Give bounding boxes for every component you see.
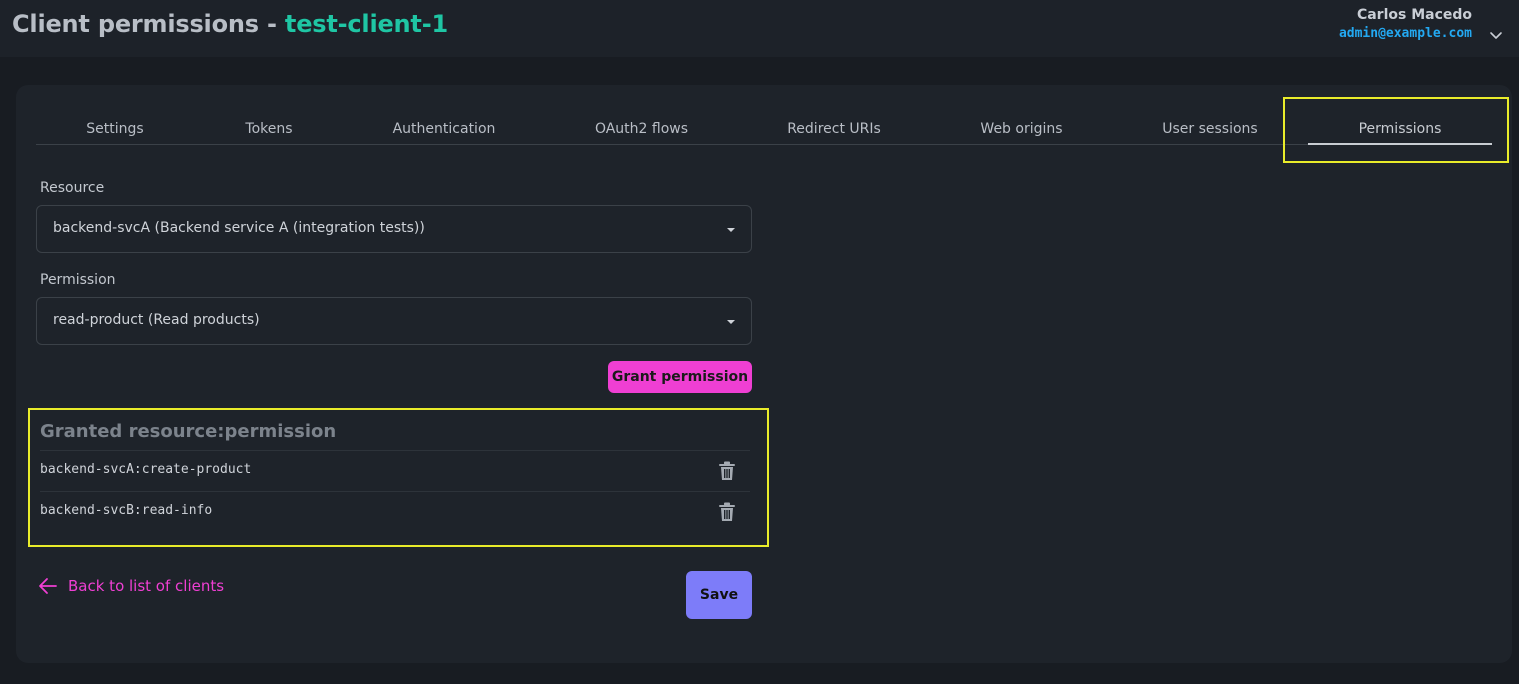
permission-select[interactable]: read-product (Read products) [36,297,752,345]
client-card: Settings Tokens Authentication OAuth2 fl… [16,85,1512,663]
chevron-down-icon[interactable] [1487,26,1505,44]
top-bar: Client permissions - test-client-1 Carlo… [0,0,1519,57]
client-name: test-client-1 [284,10,448,38]
resource-select[interactable]: backend-svcA (Backend service A (integra… [36,205,752,253]
user-email: admin@example.com [1338,26,1472,41]
save-button[interactable]: Save [686,571,752,619]
tab-bar: Settings Tokens Authentication OAuth2 fl… [36,117,1492,145]
user-name: Carlos Macedo [1356,7,1472,23]
trash-icon[interactable] [718,461,736,481]
trash-icon[interactable] [718,502,736,522]
caret-down-icon [727,228,735,232]
page-title: Client permissions - test-client-1 [12,10,448,38]
page-title-prefix: Client permissions - [12,10,285,38]
list-item: backend-svcA:create-product [40,450,750,491]
back-to-clients-link[interactable]: Back to list of clients [38,574,224,598]
tab-web-origins[interactable]: Web origins [929,117,1114,145]
arrow-left-icon [39,578,57,594]
granted-permissions-panel: Granted resource:permission backend-svcA… [28,408,769,547]
tab-highlight [1283,97,1509,163]
granted-permission-value: backend-svcA:create-product [40,462,252,477]
tab-user-sessions[interactable]: User sessions [1114,117,1306,145]
tab-settings[interactable]: Settings [36,117,194,145]
resource-label: Resource [40,180,105,196]
grant-permission-button[interactable]: Grant permission [608,361,752,393]
permission-select-value: read-product (Read products) [53,312,260,328]
user-menu[interactable]: Carlos Macedo admin@example.com [1339,6,1472,44]
permission-label: Permission [40,272,116,288]
list-item: backend-svcB:read-info [40,491,750,532]
granted-permission-value: backend-svcB:read-info [40,503,213,518]
resource-select-value: backend-svcA (Backend service A (integra… [53,220,425,236]
granted-title: Granted resource:permission [40,421,337,442]
caret-down-icon [727,320,735,324]
back-link-label: Back to list of clients [68,577,225,595]
tab-oauth2-flows[interactable]: OAuth2 flows [544,117,739,145]
tab-authentication[interactable]: Authentication [344,117,544,145]
tab-redirect-uris[interactable]: Redirect URIs [739,117,929,145]
tab-tokens[interactable]: Tokens [194,117,344,145]
